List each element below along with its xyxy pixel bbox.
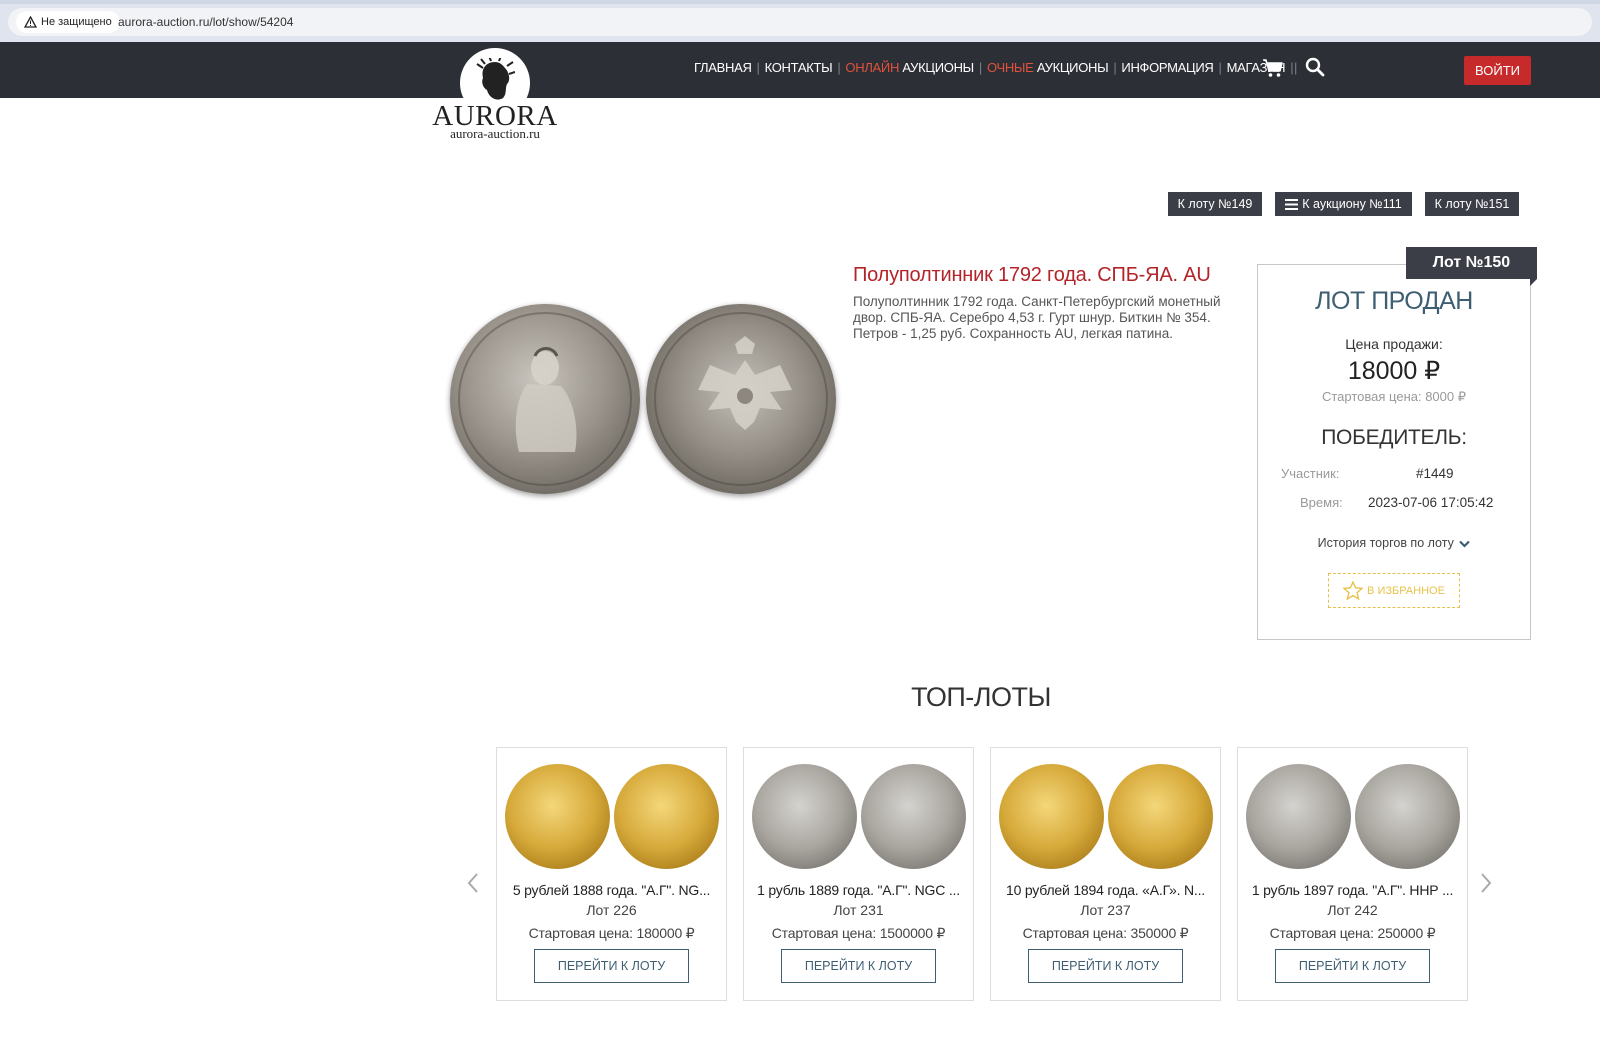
next-lot-button[interactable]: К лоту №151 (1425, 192, 1519, 216)
top-lot-title[interactable]: 1 рубль 1889 года. "А.Г". NGC ... (744, 882, 973, 898)
nav-online-auctions[interactable]: ОНЛАЙН АУКЦИОНЫ (845, 60, 974, 75)
add-to-favorites-button[interactable]: В ИЗБРАННОЕ (1328, 573, 1460, 608)
nav-separator: | (978, 60, 982, 75)
nav-contacts[interactable]: КОНТАКТЫ (765, 60, 833, 75)
browser-tab-strip (0, 0, 1600, 4)
coin-thumbnail-reverse (614, 764, 719, 869)
top-lot-title[interactable]: 10 рублей 1894 года. «А.Г». N... (991, 882, 1220, 898)
lot-title: Полуполтинник 1792 года. СПБ-ЯА. AU (853, 264, 1211, 286)
coin-thumbnail-reverse (1108, 764, 1213, 869)
participant-label: Участник: (1281, 466, 1340, 481)
winner-heading: ПОБЕДИТЕЛЬ: (1321, 426, 1467, 449)
top-lot-start-price: Стартовая цена: 350000 ₽ (1022, 925, 1189, 941)
browser-address-bar: Не защищено aurora-auction.ru/lot/show/5… (0, 0, 1600, 42)
bid-history-label: История торгов по лоту (1317, 536, 1454, 550)
top-lot-number: Лот 231 (833, 902, 884, 918)
security-label: Не защищено (41, 16, 112, 28)
coin-thumbnail-obverse (1246, 764, 1351, 869)
start-price: Стартовая цена: 8000 ₽ (1321, 389, 1466, 404)
next-lot-label: К лоту №151 (1434, 197, 1510, 211)
nav-separator: | (756, 60, 760, 75)
top-lot-title[interactable]: 1 рубль 1897 года. "А.Г". ННР ... (1238, 882, 1467, 898)
chevron-right-icon[interactable] (1479, 872, 1493, 894)
url-text[interactable]: aurora-auction.ru/lot/show/54204 (118, 15, 293, 29)
top-lot-card[interactable]: 10 рублей 1894 года. «А.Г». N... Лот 237… (990, 747, 1221, 1001)
favorites-label: В ИЗБРАННОЕ (1367, 584, 1445, 597)
go-to-lot-button[interactable]: ПЕРЕЙТИ К ЛОТУ (1275, 949, 1430, 983)
participant-value: #1449 (1416, 466, 1454, 481)
go-to-lot-button[interactable]: ПЕРЕЙТИ К ЛОТУ (1028, 949, 1183, 983)
nav-separator: | (837, 60, 841, 75)
top-lot-start-price: Стартовая цена: 1500000 ₽ (771, 925, 946, 941)
coin-thumbnail-reverse (1355, 764, 1460, 869)
to-auction-label: К аукциону №111 (1302, 197, 1402, 211)
empress-bust-image (515, 347, 577, 452)
coin-thumbnail-obverse (752, 764, 857, 869)
main-nav: ГЛАВНАЯ | КОНТАКТЫ | ОНЛАЙН АУКЦИОНЫ | О… (694, 60, 1298, 75)
warning-icon (24, 16, 37, 28)
top-lot-number: Лот 242 (1327, 902, 1378, 918)
prev-lot-button[interactable]: К лоту №149 (1168, 192, 1262, 216)
top-lot-start-price: Стартовая цена: 250000 ₽ (1269, 925, 1436, 941)
badge-fold (1530, 279, 1537, 286)
top-lot-card[interactable]: 1 рубль 1889 года. "А.Г". NGC ... Лот 23… (743, 747, 974, 1001)
nav-separator: | (1294, 60, 1298, 75)
prev-lot-label: К лоту №149 (1177, 197, 1253, 211)
site-header: ГЛАВНАЯ | КОНТАКТЫ | ОНЛАЙН АУКЦИОНЫ | О… (0, 42, 1600, 98)
nav-online-rest: АУКЦИОНЫ (899, 60, 974, 75)
top-lot-number: Лот 237 (1080, 902, 1131, 918)
time-label: Время: (1300, 495, 1343, 510)
chevron-down-icon (1459, 540, 1471, 548)
lot-number-badge: Лот №150 (1406, 247, 1537, 279)
top-lot-title[interactable]: 5 рублей 1888 года. "А.Г". NG... (497, 882, 726, 898)
to-auction-button[interactable]: К аукциону №111 (1275, 192, 1412, 216)
top-lots-heading: ТОП-ЛОТЫ (911, 682, 1051, 712)
top-lot-start-price: Стартовая цена: 180000 ₽ (528, 925, 695, 941)
nav-separator: | (1113, 60, 1117, 75)
list-icon (1285, 198, 1299, 210)
coin-thumbnail-obverse (505, 764, 610, 869)
lot-description: Полуполтинник 1792 года. Санкт-Петербург… (853, 294, 1221, 341)
lot-sold-status: ЛОТ ПРОДАН (1315, 287, 1473, 315)
nav-offline-accent: ОЧНЫЕ (986, 60, 1034, 75)
double-eagle-image (698, 336, 792, 430)
cart-icon[interactable] (1262, 58, 1284, 78)
sale-price-value: 18000 ₽ (1347, 357, 1441, 385)
nav-separator: | (1218, 60, 1222, 75)
logo-domain: aurora-auction.ru (450, 126, 540, 141)
nav-home[interactable]: ГЛАВНАЯ (694, 60, 752, 75)
top-lot-card[interactable]: 5 рублей 1888 года. "А.Г". NG... Лот 226… (496, 747, 727, 1001)
security-indicator[interactable]: Не защищено (16, 11, 120, 33)
nav-separator: | (1290, 60, 1294, 75)
nav-info[interactable]: ИНФОРМАЦИЯ (1121, 60, 1213, 75)
aurora-head-icon (476, 58, 515, 100)
star-icon (1343, 581, 1364, 600)
nav-online-accent: ОНЛАЙН (845, 60, 900, 75)
top-lot-card[interactable]: 1 рубль 1897 года. "А.Г". ННР ... Лот 24… (1237, 747, 1468, 1001)
url-bar[interactable]: Не защищено aurora-auction.ru/lot/show/5… (8, 8, 1592, 36)
login-button[interactable]: ВОЙТИ (1464, 56, 1531, 85)
chevron-left-icon[interactable] (466, 872, 480, 894)
coin-thumbnail-reverse (861, 764, 966, 869)
go-to-lot-button[interactable]: ПЕРЕЙТИ К ЛОТУ (534, 949, 689, 983)
go-to-lot-button[interactable]: ПЕРЕЙТИ К ЛОТУ (781, 949, 936, 983)
search-icon[interactable] (1305, 57, 1325, 77)
nav-offline-auctions[interactable]: ОЧНЫЕ АУКЦИОНЫ (986, 60, 1109, 75)
sale-price-label: Цена продажи: (1345, 336, 1443, 352)
time-value: 2023-07-06 17:05:42 (1368, 495, 1494, 510)
top-lot-number: Лот 226 (586, 902, 637, 918)
bid-history-toggle[interactable]: История торгов по лоту (1257, 536, 1531, 550)
coin-thumbnail-obverse (999, 764, 1104, 869)
nav-offline-rest: АУКЦИОНЫ (1033, 60, 1109, 75)
